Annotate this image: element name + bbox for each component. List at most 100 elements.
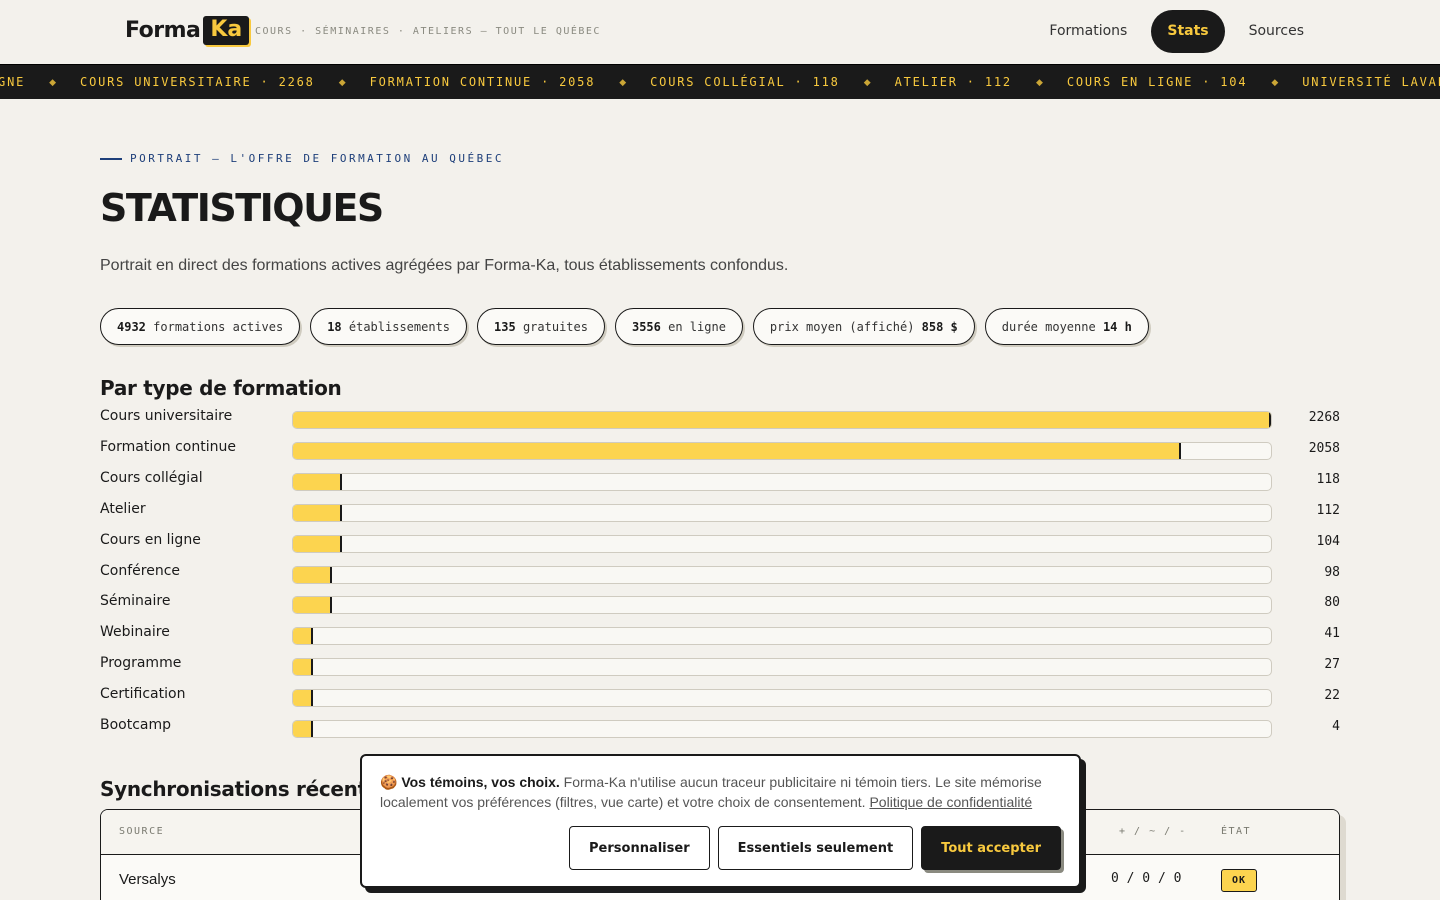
bar-fill bbox=[293, 442, 1182, 459]
bar-fill bbox=[293, 659, 313, 676]
ticker-item: COURS EN LIGNE · 104 bbox=[1066, 75, 1248, 89]
bar-track bbox=[292, 534, 1272, 553]
site-header: Forma Ka COURS · SÉMINAIRES · ATELIERS —… bbox=[0, 0, 1440, 64]
bar-label: Bootcamp bbox=[100, 717, 172, 733]
ticker-item: COURS COLLÉGIAL · 118 bbox=[650, 75, 840, 89]
bar-label: Cours en ligne bbox=[100, 531, 201, 548]
bar-label: Certification bbox=[100, 686, 186, 703]
bar-value: 4 bbox=[1332, 719, 1340, 734]
bar-label: Cours universitaire bbox=[100, 408, 233, 424]
ticker-banner: LIGNE ◆ COURS UNIVERSITAIRE · 2268 ◆ FORMATI… bbox=[0, 64, 1440, 99]
bar-row: Bootcamp 4 bbox=[100, 714, 1340, 745]
cookie-actions: Personnaliser Essentiels seulement Tout … bbox=[569, 826, 1061, 870]
bar-row: Séminaire 80 bbox=[100, 590, 1340, 621]
bar-track bbox=[292, 689, 1272, 708]
bar-fill bbox=[293, 721, 313, 737]
stat-pill: prix moyen (affiché) 858 $ bbox=[752, 308, 975, 345]
ticker-separator-icon: ◆ bbox=[619, 77, 627, 87]
cookie-banner: 🍪 Vos témoins, vos choix. Forma-Ka n'uti… bbox=[360, 754, 1081, 888]
customize-button[interactable]: Personnaliser bbox=[569, 826, 710, 870]
bar-row: Programme 27 bbox=[100, 652, 1340, 683]
lead-paragraph: Portrait en direct des formations active… bbox=[100, 257, 789, 274]
bar-label: Programme bbox=[100, 655, 182, 672]
stat-pill: 135 gratuites bbox=[477, 308, 605, 345]
ticker-item: FORMATION CONTINUE · 2058 bbox=[369, 75, 596, 89]
section-title-sync: Synchronisations récentes bbox=[100, 777, 392, 801]
bar-track bbox=[292, 411, 1272, 429]
nav-link-formations[interactable]: Formations bbox=[1033, 10, 1143, 53]
bar-fill bbox=[293, 535, 342, 552]
ticker-separator-icon: ◆ bbox=[49, 77, 57, 87]
bar-row: Cours collégial 118 bbox=[100, 467, 1340, 498]
bar-row: Cours universitaire 2268 bbox=[100, 405, 1340, 436]
bar-value: 80 bbox=[1324, 595, 1340, 611]
eyebrow: PORTRAIT — L'OFFRE DE FORMATION AU QUÉBE… bbox=[100, 152, 504, 165]
nav-link-sources[interactable]: Sources bbox=[1233, 10, 1320, 53]
main-nav: Formations Stats Sources bbox=[1033, 10, 1320, 53]
eyebrow-text: PORTRAIT — L'OFFRE DE FORMATION AU QUÉBE… bbox=[130, 152, 505, 165]
stat-pill: 4932 formations actives bbox=[100, 308, 301, 345]
bar-fill bbox=[293, 504, 342, 521]
stat-pill-label: établissements bbox=[348, 319, 451, 334]
bar-fill bbox=[293, 412, 1271, 428]
ticker-item: ATELIER · 112 bbox=[894, 75, 1012, 89]
tagline: COURS · SÉMINAIRES · ATELIERS — TOUT LE … bbox=[255, 26, 601, 37]
bar-track bbox=[292, 720, 1272, 738]
stat-pill-label: gratuites bbox=[522, 319, 588, 334]
bar-value: 98 bbox=[1324, 564, 1340, 580]
ticker-separator-icon: ◆ bbox=[338, 77, 346, 87]
bar-track bbox=[292, 658, 1272, 677]
cell-counts: 0 / 0 / 0 bbox=[1111, 871, 1182, 886]
cell-source: Versalys bbox=[119, 871, 176, 888]
logo[interactable]: Forma Ka bbox=[125, 16, 250, 45]
logo-text: Forma bbox=[125, 18, 201, 43]
bar-fill bbox=[293, 628, 313, 645]
stat-pill-value: 18 bbox=[327, 319, 342, 334]
bar-value: 27 bbox=[1324, 657, 1340, 673]
cookie-icon: 🍪 bbox=[380, 774, 398, 790]
bar-value: 104 bbox=[1316, 533, 1340, 549]
th-state: ÉTAT bbox=[1221, 826, 1252, 837]
bar-label: Séminaire bbox=[100, 593, 171, 610]
bar-value: 2058 bbox=[1308, 440, 1340, 456]
bar-value: 41 bbox=[1324, 626, 1340, 642]
stat-pill-value: 3556 bbox=[631, 319, 661, 334]
ticker-separator-icon: ◆ bbox=[1035, 77, 1043, 87]
bar-fill bbox=[293, 690, 313, 707]
bar-label: Webinaire bbox=[100, 624, 170, 641]
bar-value: 2268 bbox=[1308, 410, 1340, 425]
bar-row: Certification 22 bbox=[100, 683, 1340, 714]
bar-track bbox=[292, 503, 1272, 522]
essentials-only-button[interactable]: Essentiels seulement bbox=[717, 826, 914, 870]
bar-value: 22 bbox=[1324, 688, 1340, 704]
stat-pill-value: 135 bbox=[494, 319, 516, 334]
bar-track bbox=[292, 596, 1272, 615]
bar-label: Cours collégial bbox=[100, 469, 203, 486]
ticker-item: LIGNE bbox=[0, 75, 26, 89]
section-title-by-type: Par type de formation bbox=[100, 376, 342, 400]
th-counts: + / ~ / - bbox=[1119, 826, 1187, 837]
ticker-track: LIGNE ◆ COURS UNIVERSITAIRE · 2268 ◆ FORMATI… bbox=[0, 65, 1440, 99]
stat-pill-label: en ligne bbox=[668, 319, 726, 334]
bar-label: Formation continue bbox=[100, 438, 236, 455]
bar-fill bbox=[293, 597, 333, 614]
privacy-policy-link[interactable]: Politique de confidentialité bbox=[869, 794, 1032, 810]
nav-link-stats[interactable]: Stats bbox=[1151, 10, 1225, 53]
status-badge: OK bbox=[1221, 869, 1257, 892]
stat-pill-value: 858 $ bbox=[921, 319, 958, 334]
bar-fill bbox=[293, 473, 342, 490]
stat-pill-value: 14 h bbox=[1102, 319, 1132, 334]
bar-label: Conférence bbox=[100, 562, 181, 579]
bar-track bbox=[292, 565, 1272, 584]
bar-track bbox=[292, 627, 1272, 646]
logo-badge: Ka bbox=[203, 16, 250, 45]
ticker-separator-icon: ◆ bbox=[863, 77, 871, 87]
stat-pill-value: 4932 bbox=[117, 319, 146, 334]
cookie-heading: Vos témoins, vos choix. bbox=[401, 774, 560, 790]
accept-all-button[interactable]: Tout accepter bbox=[921, 826, 1061, 870]
bar-value: 112 bbox=[1316, 502, 1340, 518]
stat-pill: durée moyenne 14 h bbox=[984, 308, 1149, 345]
bar-row: Formation continue 2058 bbox=[100, 436, 1340, 467]
bar-row: Conférence 98 bbox=[100, 560, 1340, 591]
bar-track bbox=[292, 441, 1272, 460]
